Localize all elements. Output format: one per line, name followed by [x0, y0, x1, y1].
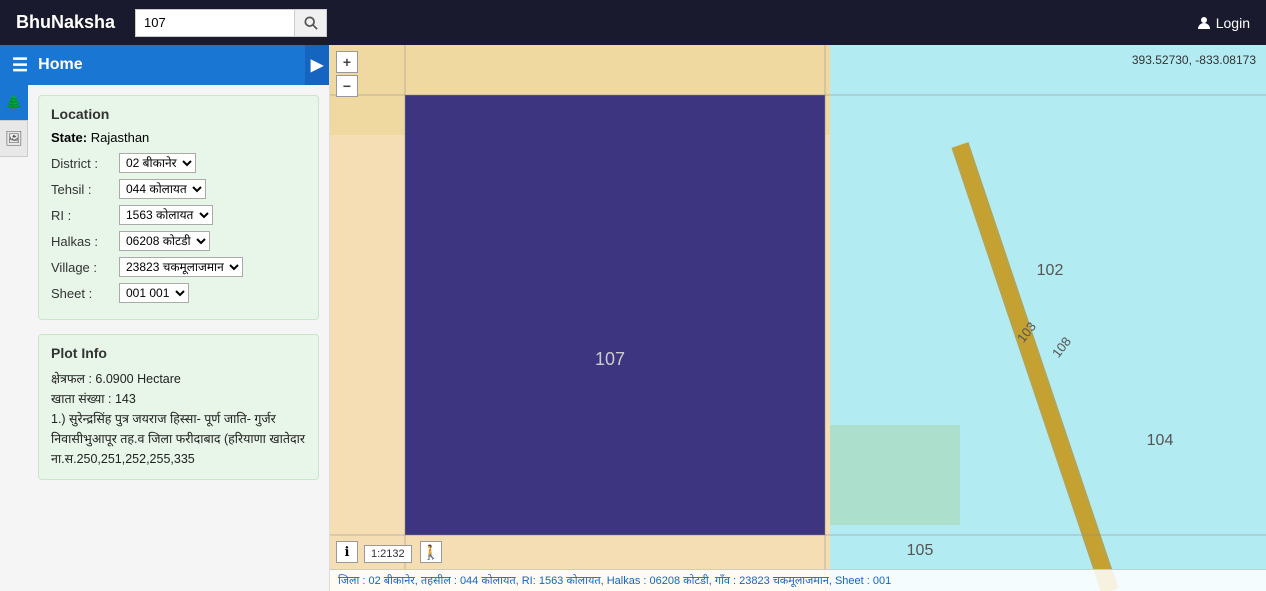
- coordinates-display: 393.52730, -833.08173: [1132, 53, 1256, 67]
- sidebar: ☰ Home ▶ 🌲 🖼 Location State: Rajasthan D…: [0, 45, 330, 591]
- plot-info-content: क्षेत्रफल : 6.0900 Hectare खाता संख्या :…: [51, 369, 306, 469]
- village-label: Village :: [51, 260, 119, 275]
- village-row: Village : 23823 चकमूलाजमान: [51, 257, 306, 277]
- state-label: State:: [51, 130, 87, 145]
- plot-account: खाता संख्या : 143: [51, 389, 306, 409]
- zoom-out-button[interactable]: −: [336, 75, 358, 97]
- status-text: जिला : 02 बीकानेर, तहसील : 044 कोलायत, R…: [338, 573, 891, 588]
- halkas-label: Halkas :: [51, 234, 119, 249]
- district-label: District :: [51, 156, 119, 171]
- sheet-label: Sheet :: [51, 286, 119, 301]
- district-select[interactable]: 02 बीकानेर: [119, 153, 196, 173]
- tehsil-row: Tehsil : 044 कोलायत: [51, 179, 306, 199]
- user-icon: [1196, 15, 1212, 31]
- district-row: District : 02 बीकानेर: [51, 153, 306, 173]
- brand-logo: BhuNaksha: [16, 12, 115, 33]
- ri-row: RI : 1563 कोलायत: [51, 205, 306, 225]
- search-input[interactable]: [135, 9, 295, 37]
- map-scale: 1:2132: [364, 545, 412, 563]
- info-button[interactable]: ℹ: [336, 541, 358, 563]
- sidebar-content: Location State: Rajasthan District : 02 …: [28, 85, 329, 490]
- halkas-select[interactable]: 06208 कोटडी: [119, 231, 210, 251]
- tehsil-label: Tehsil :: [51, 182, 119, 197]
- search-icon: [304, 16, 318, 30]
- search-container: [135, 9, 327, 37]
- location-title: Location: [51, 106, 306, 122]
- plot-info-section: Plot Info क्षेत्रफल : 6.0900 Hectare खात…: [38, 334, 319, 480]
- map-area[interactable]: 393.52730, -833.08173 + − 107 102: [330, 45, 1266, 591]
- map-svg: 107 102 104 105 103 108: [330, 45, 1266, 591]
- tree-layer-button[interactable]: 🌲: [0, 85, 28, 121]
- sidebar-icon-panel: 🌲 🖼: [0, 85, 28, 157]
- sheet-select[interactable]: 001 001: [119, 283, 189, 303]
- ri-label: RI :: [51, 208, 119, 223]
- sidebar-home-label: Home: [38, 56, 82, 74]
- village-select[interactable]: 23823 चकमूलाजमान: [119, 257, 243, 277]
- zoom-in-button[interactable]: +: [336, 51, 358, 73]
- state-value: Rajasthan: [91, 130, 150, 145]
- menu-icon[interactable]: ☰: [12, 55, 28, 76]
- search-button[interactable]: [295, 9, 327, 37]
- location-section: Location State: Rajasthan District : 02 …: [38, 95, 319, 320]
- main-layout: ☰ Home ▶ 🌲 🖼 Location State: Rajasthan D…: [0, 45, 1266, 591]
- svg-text:107: 107: [595, 349, 625, 369]
- ri-select[interactable]: 1563 कोलायत: [119, 205, 213, 225]
- plot-survey: ना.स.250,251,252,255,335: [51, 449, 306, 469]
- halkas-row: Halkas : 06208 कोटडी: [51, 231, 306, 251]
- plot-owner: 1.) सुरेन्द्रसिंह पुत्र जयराज हिस्सा- पू…: [51, 409, 306, 449]
- login-label: Login: [1216, 15, 1250, 31]
- svg-text:104: 104: [1147, 432, 1174, 449]
- navbar: BhuNaksha Login: [0, 0, 1266, 45]
- tehsil-select[interactable]: 044 कोलायत: [119, 179, 206, 199]
- plot-info-title: Plot Info: [51, 345, 306, 361]
- login-button[interactable]: Login: [1196, 15, 1250, 31]
- svg-text:105: 105: [907, 542, 934, 559]
- collapse-sidebar-button[interactable]: ▶: [305, 45, 329, 85]
- pegman-button[interactable]: 🚶: [420, 541, 442, 563]
- svg-text:102: 102: [1037, 262, 1064, 279]
- status-bar: जिला : 02 बीकानेर, तहसील : 044 कोलायत, R…: [330, 569, 1266, 591]
- sheet-row: Sheet : 001 001: [51, 283, 306, 303]
- plot-area: क्षेत्रफल : 6.0900 Hectare: [51, 369, 306, 389]
- map-controls: + −: [336, 51, 358, 99]
- sidebar-header: ☰ Home ▶: [0, 45, 329, 85]
- image-layer-button[interactable]: 🖼: [0, 121, 28, 157]
- state-line: State: Rajasthan: [51, 130, 306, 145]
